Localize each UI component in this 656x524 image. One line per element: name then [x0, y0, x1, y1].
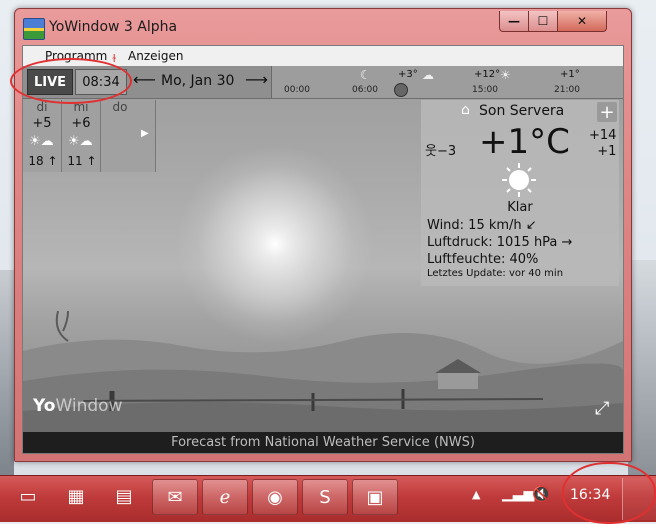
taskbar-notepad-icon[interactable]: ▤ [102, 479, 146, 513]
feels-like-value: −3 [436, 144, 457, 159]
logo-yo: Yo [33, 396, 56, 416]
forecast-high: +6 [71, 116, 91, 131]
yowindow-app-icon [23, 18, 45, 40]
taskbar-chrome-icon[interactable]: ◉ [252, 479, 298, 515]
minimize-button[interactable]: — [499, 11, 529, 32]
forecast-high: +5 [32, 116, 52, 131]
timeline-label: 15:00 [472, 85, 498, 95]
fullscreen-icon[interactable]: ⤢ [595, 398, 609, 419]
timeline-label: 21:00 [554, 85, 580, 95]
tray-expand-icon[interactable]: ▲ [472, 488, 480, 501]
next-day-arrow-icon[interactable]: ⟶ [245, 70, 268, 89]
add-location-button[interactable]: + [597, 101, 617, 123]
app-client-area: Programm Anzeigen LIVE 08:34 ⟵ Mo, Jan 3… [22, 45, 624, 454]
title-bar[interactable]: YoWindow 3 Alpha — ☐ ✕ [15, 9, 631, 45]
high-low: +14 +1 [589, 128, 616, 160]
person-icon: 웃 [425, 144, 437, 159]
current-conditions-panel: ⌂ Son Servera + 웃−3 +1°C +14 +1 Klar Win… [421, 100, 619, 286]
timeline-label: 00:00 [284, 85, 310, 95]
timeline-temp-2: +12° [474, 69, 501, 80]
timeline-label: 06:00 [352, 85, 378, 95]
plus-icon: + [599, 101, 615, 123]
forecast-source-footer[interactable]: Forecast from National Weather Service (… [23, 432, 623, 453]
sun-cloud-icon: ☀☁ [29, 134, 54, 149]
maximize-icon: ☐ [537, 14, 549, 28]
weather-scene: LIVE 08:34 ⟵ Mo, Jan 30 ⟶ ☾ +3° ☁ +12° ☀… [23, 66, 623, 432]
taskbar-calculator-icon[interactable]: ▦ [54, 479, 98, 513]
taskbar: ▭ ▦ ▤ ✉ ℯ ◉ S ▣ ▲ ▁▃▅ 🔇 16:34 [0, 475, 656, 522]
network-signal-icon[interactable]: ▁▃▅ [502, 486, 534, 502]
clear-sun-icon [502, 163, 536, 197]
minimize-icon: — [508, 14, 520, 28]
close-button[interactable]: ✕ [557, 11, 607, 32]
feels-like: 웃−3 [425, 140, 456, 159]
cloud-icon: ☁ [422, 68, 434, 82]
forecast-next-icon[interactable]: ▶ [141, 128, 149, 139]
date-display: Mo, Jan 30 [161, 73, 235, 89]
annotation-circle-clock [562, 462, 656, 524]
window-title: YoWindow 3 Alpha [49, 19, 178, 35]
home-icon: ⌂ [461, 102, 470, 118]
sun-cloud-icon: ☀☁ [68, 134, 93, 149]
timeline-temp-1: +3° [398, 69, 418, 80]
high-temp: +14 [589, 128, 617, 143]
humidity-info: Luftfeuchte: 40% [427, 252, 539, 267]
last-update: Letztes Update: vor 40 min [427, 268, 564, 279]
taskbar-ie-icon[interactable]: ℯ [202, 479, 248, 515]
yowindow-logo[interactable]: YoWindow [33, 396, 122, 416]
forecast-day[interactable]: mi +6 ☀☁ 11 ↑ [62, 100, 101, 172]
forecast-panel: di +5 ☀☁ 18 ↑ mi +6 ☀☁ 11 ↑ do ▶ [23, 100, 156, 172]
annotation-tick: ɫ [112, 52, 117, 65]
wind-info: Wind: 15 km/h ↙ [427, 218, 537, 233]
pressure-info: Luftdruck: 1015 hPa → [427, 235, 573, 250]
timeline-slider[interactable]: ☾ +3° ☁ +12° ☀ +1° 00:00 06:00 15:00 21:… [271, 66, 623, 98]
sun-cloud-icon: ☀ [500, 68, 511, 82]
timeline-knob[interactable] [394, 83, 408, 97]
timeline-temp-3: +1° [560, 69, 580, 80]
logo-window: Window [55, 396, 123, 416]
taskbar-outlook-icon[interactable]: ✉ [152, 479, 198, 515]
close-icon: ✕ [576, 14, 588, 28]
low-temp: +1 [597, 144, 617, 159]
taskbar-explorer-icon[interactable]: ▭ [6, 479, 50, 513]
taskbar-yowindow-icon[interactable]: ▣ [352, 479, 398, 515]
menu-anzeigen[interactable]: Anzeigen [128, 49, 183, 63]
location-name[interactable]: Son Servera [479, 103, 564, 119]
maximize-button[interactable]: ☐ [528, 11, 558, 32]
previous-day-arrow-icon[interactable]: ⟵ [133, 70, 156, 89]
forecast-low: 11 ↑ [67, 154, 97, 168]
moon-icon: ☾ [360, 68, 371, 82]
volume-muted-icon[interactable]: 🔇 [532, 485, 551, 503]
forecast-day-name: do [112, 100, 128, 114]
condition-text: Klar [507, 200, 533, 215]
current-temperature: +1°C [479, 122, 570, 162]
desktop-background-right [628, 260, 656, 475]
taskbar-skype-icon[interactable]: S [302, 479, 348, 515]
desktop-background-left [0, 270, 14, 475]
forecast-low: 18 ↑ [28, 154, 58, 168]
forecast-day[interactable]: di +5 ☀☁ 18 ↑ [23, 100, 62, 172]
forecast-day[interactable]: do [101, 100, 139, 172]
